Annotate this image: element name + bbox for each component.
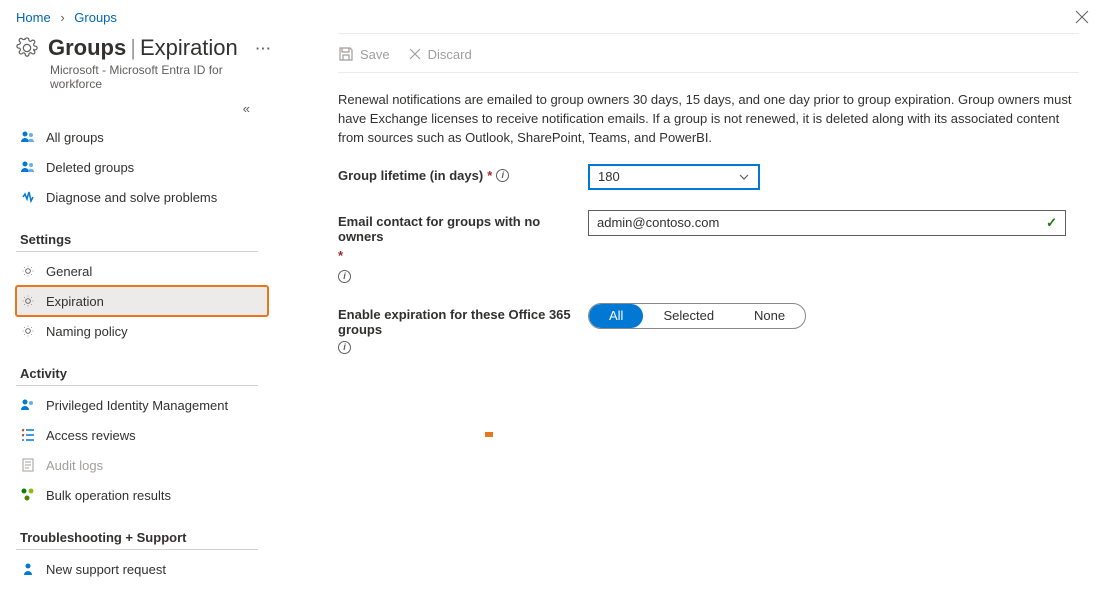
enable-label: Enable expiration for these Office 365 g… xyxy=(338,303,588,354)
sidebar-item-label: New support request xyxy=(46,562,166,577)
email-input[interactable]: admin@contoso.com ✓ xyxy=(588,210,1066,236)
section-header-troubleshoot: Troubleshooting + Support xyxy=(20,530,268,545)
main-content: Save Discard Renewal notifications are e… xyxy=(268,29,1103,584)
section-header-activity: Activity xyxy=(20,366,268,381)
sidebar-item-all-groups[interactable]: All groups xyxy=(16,122,268,152)
lifetime-select[interactable]: 180 xyxy=(588,164,760,190)
sidebar-item-label: Access reviews xyxy=(46,428,136,443)
collapse-sidebar-icon[interactable]: « xyxy=(16,91,268,122)
info-icon[interactable]: i xyxy=(338,270,351,283)
breadcrumb: Home › Groups xyxy=(0,0,1103,29)
sidebar-item-label: All groups xyxy=(46,130,104,145)
section-header-settings: Settings xyxy=(20,232,268,247)
sidebar: Groups|Expiration ··· Microsoft - Micros… xyxy=(0,29,268,584)
sidebar-item-deleted-groups[interactable]: Deleted groups xyxy=(16,152,268,182)
toolbar: Save Discard xyxy=(338,33,1079,73)
sidebar-item-access-reviews[interactable]: Access reviews xyxy=(16,420,268,450)
support-icon xyxy=(20,561,36,577)
bulk-icon xyxy=(20,487,36,503)
divider xyxy=(16,251,258,252)
sidebar-item-diagnose[interactable]: Diagnose and solve problems xyxy=(16,182,268,212)
discard-button[interactable]: Discard xyxy=(408,46,472,62)
people-icon xyxy=(20,397,36,413)
sidebar-item-audit-logs[interactable]: Audit logs xyxy=(16,450,268,480)
orange-marker xyxy=(485,432,493,437)
people-icon xyxy=(20,159,36,175)
save-icon xyxy=(338,46,354,62)
sidebar-item-support-request[interactable]: New support request xyxy=(16,554,268,584)
lifetime-label: Group lifetime (in days) * i xyxy=(338,164,588,183)
sidebar-item-expiration[interactable]: Expiration xyxy=(16,286,268,316)
email-label: Email contact for groups with no owners … xyxy=(338,210,588,283)
discard-icon xyxy=(408,47,422,61)
check-icon: ✓ xyxy=(1046,215,1057,231)
sidebar-item-label: General xyxy=(46,264,92,279)
sidebar-item-pim[interactable]: Privileged Identity Management xyxy=(16,390,268,420)
save-button[interactable]: Save xyxy=(338,46,390,62)
segment-none[interactable]: None xyxy=(734,304,805,328)
chevron-down-icon xyxy=(738,171,750,183)
sidebar-item-label: Expiration xyxy=(46,294,104,309)
gear-icon xyxy=(16,37,38,59)
sidebar-item-label: Privileged Identity Management xyxy=(46,398,228,413)
enable-segmented-control: All Selected None xyxy=(588,303,806,329)
segment-all[interactable]: All xyxy=(589,304,643,328)
info-icon[interactable]: i xyxy=(338,341,351,354)
page-title: Groups|Expiration xyxy=(48,35,238,61)
close-icon[interactable] xyxy=(1075,10,1089,24)
log-icon xyxy=(20,457,36,473)
sidebar-item-bulk-results[interactable]: Bulk operation results xyxy=(16,480,268,510)
sidebar-item-label: Naming policy xyxy=(46,324,128,339)
people-icon xyxy=(20,129,36,145)
page-subtitle: Microsoft - Microsoft Entra ID for workf… xyxy=(50,63,268,91)
breadcrumb-separator: › xyxy=(60,10,64,25)
sidebar-item-label: Deleted groups xyxy=(46,160,134,175)
gear-icon xyxy=(20,263,36,279)
segment-selected[interactable]: Selected xyxy=(643,304,734,328)
breadcrumb-home[interactable]: Home xyxy=(16,10,51,25)
info-icon[interactable]: i xyxy=(496,169,509,182)
sidebar-item-label: Audit logs xyxy=(46,458,103,473)
diagnose-icon xyxy=(20,189,36,205)
divider xyxy=(16,549,258,550)
sidebar-item-general[interactable]: General xyxy=(16,256,268,286)
sidebar-item-label: Diagnose and solve problems xyxy=(46,190,217,205)
breadcrumb-groups[interactable]: Groups xyxy=(74,10,117,25)
sidebar-item-naming-policy[interactable]: Naming policy xyxy=(16,316,268,346)
gear-icon xyxy=(20,293,36,309)
sidebar-item-label: Bulk operation results xyxy=(46,488,171,503)
info-text: Renewal notifications are emailed to gro… xyxy=(338,91,1078,148)
divider xyxy=(16,385,258,386)
checklist-icon xyxy=(20,427,36,443)
gear-icon xyxy=(20,323,36,339)
